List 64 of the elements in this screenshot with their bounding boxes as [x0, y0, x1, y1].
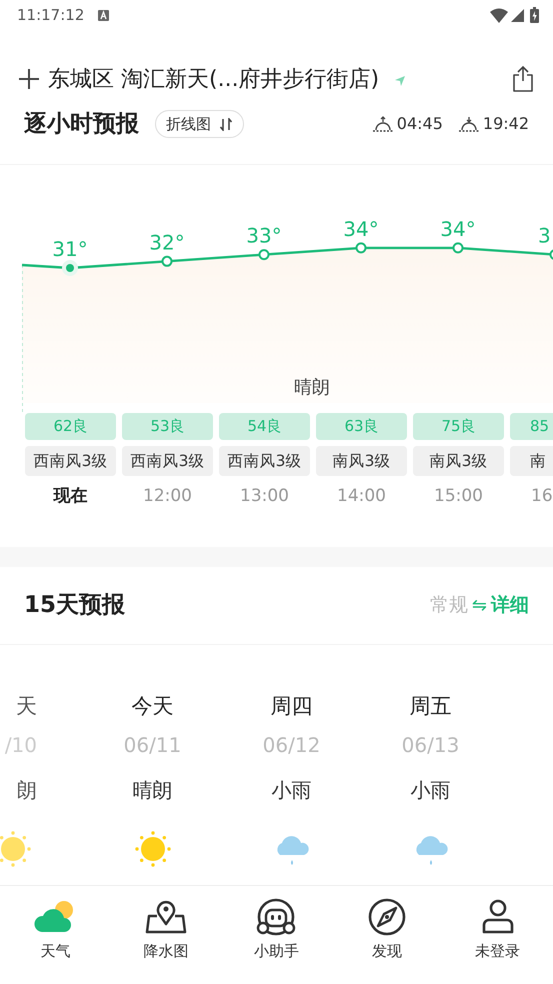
- section-title: 逐小时预报: [24, 110, 139, 139]
- nav-label[interactable]: 发现: [372, 940, 402, 962]
- swap-icon: ⇋: [472, 592, 487, 619]
- section-title: 15天预报: [24, 591, 126, 620]
- aqi-tag: 63良: [316, 413, 407, 440]
- map-pin-icon[interactable]: [144, 898, 187, 936]
- sun-icon: [132, 829, 172, 869]
- share-icon[interactable]: [511, 65, 535, 93]
- sunrise-time: 04:45: [396, 113, 443, 135]
- location-arrow-icon: [395, 76, 406, 86]
- wind-tag: 南风3级: [413, 446, 504, 476]
- wind-tag: 西南风3级: [25, 446, 116, 476]
- nav-label[interactable]: 小助手: [254, 940, 299, 962]
- sort-icon: [219, 118, 233, 130]
- day-label: 周五: [410, 693, 452, 720]
- temperature-label: 3: [538, 224, 551, 248]
- battery-icon: [530, 7, 539, 23]
- aqi-tag: 85: [510, 413, 553, 440]
- status-time: 11:17:12: [17, 4, 84, 26]
- nav-label[interactable]: 降水图: [143, 940, 188, 962]
- weather-label: 朗: [17, 777, 37, 804]
- hour-label: 14:00: [336, 485, 387, 508]
- temperature-label: 34°: [440, 216, 476, 241]
- aqi-tag: 54良: [219, 413, 310, 440]
- compass-icon[interactable]: [366, 898, 408, 936]
- wind-tag: 南风3级: [316, 446, 407, 476]
- robot-icon[interactable]: [255, 898, 298, 936]
- wind-tag: 南: [510, 446, 553, 476]
- aqi-tag: 53良: [122, 413, 213, 440]
- keyboard-icon: [98, 10, 110, 20]
- temperature-label: 32°: [149, 230, 185, 254]
- hour-label: 13:00: [239, 485, 290, 508]
- add-icon[interactable]: [18, 68, 40, 90]
- temperature-label: 33°: [246, 224, 282, 248]
- wifi-icon: [490, 8, 508, 22]
- wind-tag: 西南风3级: [219, 446, 310, 476]
- wind-tag: 西南风3级: [122, 446, 213, 476]
- weather-label: 晴朗: [132, 777, 172, 804]
- weather-label: 小雨: [272, 777, 312, 804]
- day-label: 今天: [132, 693, 174, 720]
- sun-icon: [0, 829, 33, 869]
- day-label: 天: [16, 693, 37, 720]
- nav-label[interactable]: 未登录: [475, 940, 520, 962]
- chart-view-button[interactable]: 折线图: [155, 110, 244, 138]
- day-label: 周四: [270, 693, 312, 720]
- condition-label: 晴朗: [294, 377, 330, 398]
- location-title[interactable]: 东城区 淘汇新天(...府井步行街店): [48, 62, 380, 96]
- nav-label[interactable]: 天气: [40, 940, 70, 962]
- date-label: 06/12: [262, 732, 320, 759]
- sunrise-icon: [372, 116, 393, 132]
- date-label: 06/13: [402, 732, 460, 759]
- sunset-icon: [458, 116, 479, 132]
- temperature-label: 31°: [52, 237, 88, 261]
- weather-label: 小雨: [410, 777, 450, 804]
- sunset-time: 19:42: [482, 113, 529, 135]
- date-label: 06/11: [124, 732, 182, 759]
- hour-label: 15:00: [433, 485, 484, 508]
- hour-label: 16: [530, 485, 553, 508]
- temperature-label: 34°: [343, 216, 379, 241]
- hour-label: 现在: [52, 485, 88, 508]
- hour-label: 12:00: [142, 485, 193, 508]
- aqi-tag: 75良: [413, 413, 504, 440]
- aqi-tag: 62良: [25, 413, 116, 440]
- signal-icon: [511, 8, 524, 22]
